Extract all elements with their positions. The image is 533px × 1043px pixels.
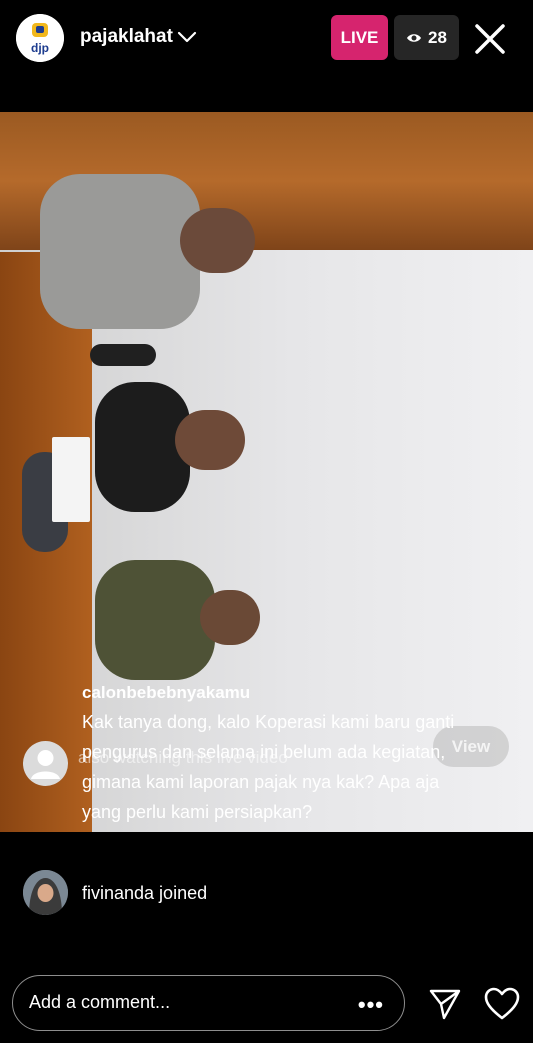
heart-icon[interactable] <box>483 986 521 1022</box>
close-icon[interactable] <box>471 20 509 58</box>
more-options-icon[interactable]: ••• <box>358 992 384 1018</box>
video-person <box>175 410 245 470</box>
viewer-count: 28 <box>428 27 447 47</box>
video-person <box>200 590 260 645</box>
video-microphone <box>90 344 156 366</box>
user-photo-icon <box>23 870 68 915</box>
joined-text: fivinanda joined <box>82 883 208 903</box>
video-person <box>95 560 215 680</box>
send-icon[interactable] <box>427 986 463 1022</box>
djp-logo-icon: djp <box>16 14 64 62</box>
profile-avatar[interactable]: djp <box>16 14 64 62</box>
live-badge: LIVE <box>331 15 388 60</box>
comment-input[interactable] <box>29 976 329 1029</box>
video-paper <box>52 437 90 522</box>
joined-user-avatar[interactable] <box>23 870 68 915</box>
username[interactable]: pajaklahat <box>80 26 173 48</box>
comment-text: Kak tanya dong, kalo Koperasi kami baru … <box>82 712 455 822</box>
comment-avatar[interactable] <box>23 741 68 786</box>
video-person <box>180 208 255 273</box>
eye-icon <box>407 33 422 42</box>
comment-username[interactable]: calonbebebnyakamu <box>82 683 250 703</box>
live-header: djp pajaklahat LIVE 28 <box>0 0 533 112</box>
viewer-count-badge[interactable]: 28 <box>394 15 459 60</box>
chevron-down-icon[interactable] <box>176 26 198 48</box>
avatar-text: djp <box>31 41 49 55</box>
video-person <box>40 174 200 329</box>
default-user-icon <box>31 750 60 779</box>
comment-box[interactable]: ••• <box>12 975 405 1031</box>
